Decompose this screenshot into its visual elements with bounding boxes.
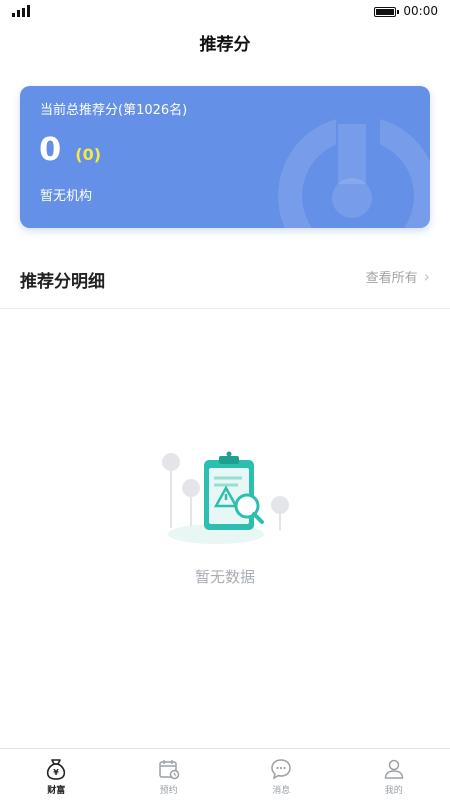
view-all-label: 查看所有 [365, 271, 418, 286]
empty-state-text: 暂无数据 [194, 568, 255, 586]
chevron-right-icon: › [423, 266, 430, 286]
status-time: 00:00 [403, 4, 438, 18]
bottom-tab-bar: ¥ 财富 预约 消息 我的 [0, 748, 450, 800]
empty-clipboard-icon [162, 451, 289, 544]
status-bar: 00:00 [0, 0, 450, 24]
view-all-link[interactable]: 查看所有 › [366, 267, 430, 286]
score-delta: (0) [75, 145, 102, 164]
power-watermark-icon [278, 116, 430, 228]
user-icon [384, 759, 403, 779]
tab-label: 财富 [47, 786, 66, 796]
tab-label: 我的 [384, 786, 403, 796]
score-row: 0 (0) [39, 130, 101, 168]
calendar-icon [159, 760, 179, 780]
battery-icon [374, 7, 399, 17]
score-value: 0 [39, 130, 62, 168]
money-bag-icon: ¥ [47, 759, 66, 780]
score-rank-label: 当前总推荐分(第1026名) [40, 103, 188, 118]
svg-text:¥: ¥ [53, 768, 59, 777]
tab-appointment[interactable]: 预约 [113, 749, 226, 800]
signal-icon [12, 5, 30, 17]
section-divider [0, 308, 450, 309]
tab-mine[interactable]: 我的 [338, 749, 450, 800]
tab-wealth[interactable]: ¥ 财富 [0, 749, 113, 800]
tab-messages[interactable]: 消息 [225, 749, 338, 800]
section-title: 推荐分明细 [20, 272, 105, 292]
tab-label: 消息 [272, 786, 291, 796]
tab-label: 预约 [159, 786, 178, 796]
page-title: 推荐分 [199, 35, 251, 55]
organization-label: 暂无机构 [40, 189, 93, 204]
detail-section-header: 推荐分明细 查看所有 › [0, 258, 450, 304]
chat-bubble-icon [271, 759, 292, 780]
score-card: 当前总推荐分(第1026名) 0 (0) 暂无机构 [20, 86, 430, 228]
